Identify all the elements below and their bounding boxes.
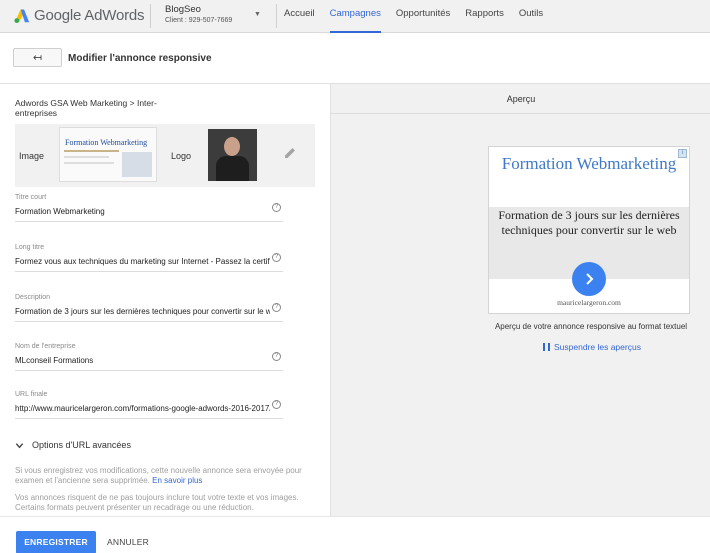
format-notice: Vos annonces risquent de ne pas toujours…: [15, 493, 299, 512]
cancel-button[interactable]: ANNULER: [107, 531, 149, 553]
preview-caption: Aperçu de votre annonce responsive au fo…: [494, 322, 688, 331]
logo-text: Google AdWords: [34, 6, 145, 24]
adwords-logo[interactable]: Google AdWords: [13, 4, 145, 26]
save-button[interactable]: ENREGISTRER: [16, 531, 96, 553]
nav-outils[interactable]: Outils: [519, 0, 543, 33]
ad-description-box: Formation de 3 jours sur les dernières t…: [489, 207, 689, 296]
pause-icon: [543, 343, 550, 351]
review-notice: Si vous enregistrez vos modifications, c…: [15, 466, 302, 485]
field-label: Description: [15, 294, 51, 301]
long-title-input[interactable]: Formez vous aux techniques du marketing …: [15, 257, 270, 266]
account-name: BlogSeo: [165, 4, 201, 15]
learn-more-link[interactable]: En savoir plus: [152, 476, 202, 485]
action-bar: ENREGISTRER ANNULER: [0, 516, 710, 553]
media-section: Image Formation Webmarketing Logo: [15, 124, 315, 187]
description-input[interactable]: Formation de 3 jours sur les dernières t…: [15, 307, 270, 316]
advanced-url-options-toggle[interactable]: Options d'URL avancées: [15, 440, 131, 450]
thumbnail-title: Formation Webmarketing: [65, 138, 148, 147]
account-client-id: Client : 929-507-7669: [165, 16, 233, 24]
description-field[interactable]: Description Formation de 3 jours sur les…: [15, 294, 283, 322]
business-name-input[interactable]: MLconseil Formations: [15, 356, 270, 365]
logo-thumbnail[interactable]: [208, 129, 257, 181]
back-arrow-icon: ↤: [32, 52, 43, 64]
chevron-right-icon: [586, 273, 594, 285]
back-button[interactable]: ↤: [13, 48, 62, 67]
nav-accueil[interactable]: Accueil: [284, 0, 315, 33]
page-title: Modifier l'annonce responsive: [68, 53, 212, 64]
nav-campagnes[interactable]: Campagnes: [329, 0, 382, 33]
pause-previews-label: Suspendre les aperçus: [554, 342, 641, 352]
breadcrumb: Adwords GSA Web Marketing > Inter-entrep…: [15, 98, 157, 118]
title-row: ↤ Modifier l'annonce responsive: [0, 33, 710, 84]
image-label: Image: [19, 151, 45, 161]
preview-heading: Aperçu: [331, 84, 710, 114]
adwords-logo-icon: [14, 9, 30, 23]
help-icon[interactable]: ?: [272, 352, 281, 361]
nav-opportunites[interactable]: Opportunités: [396, 0, 450, 33]
long-title-field[interactable]: Long titre Formez vous aux techniques du…: [15, 244, 283, 272]
logo-label: Logo: [171, 151, 192, 161]
help-icon[interactable]: ?: [272, 303, 281, 312]
caret-down-icon[interactable]: ▼: [254, 11, 261, 18]
divider: [276, 4, 277, 28]
final-url-input[interactable]: http://www.mauricelargeron.com/formation…: [15, 404, 270, 413]
edit-form: Adwords GSA Web Marketing > Inter-entrep…: [0, 84, 330, 516]
ad-preview: i Formation Webmarketing Formation de 3 …: [488, 146, 690, 314]
help-icon[interactable]: ?: [272, 253, 281, 262]
divider: [150, 4, 151, 28]
ad-arrow-button[interactable]: [572, 262, 606, 296]
ad-description: Formation de 3 jours sur les dernières t…: [498, 208, 680, 237]
top-bar: Google AdWords BlogSeo Client : 929-507-…: [0, 0, 710, 33]
pencil-icon[interactable]: [283, 146, 297, 160]
field-label: Nom de l'entreprise: [15, 343, 76, 350]
field-label: Long titre: [15, 244, 45, 251]
advanced-url-options-label: Options d'URL avancées: [32, 440, 131, 450]
short-title-field[interactable]: Titre court Formation Webmarketing ?: [15, 194, 283, 222]
image-thumbnail[interactable]: Formation Webmarketing: [59, 127, 157, 182]
final-url-field[interactable]: URL finale http://www.mauricelargeron.co…: [15, 391, 283, 419]
preview-panel: Aperçu i Formation Webmarketing Formatio…: [330, 84, 710, 516]
ad-display-url: mauricelargeron.com: [557, 298, 621, 307]
main-nav: Accueil Campagnes Opportunités Rapports …: [284, 0, 558, 33]
short-title-input[interactable]: Formation Webmarketing: [15, 207, 270, 216]
nav-rapports[interactable]: Rapports: [465, 0, 504, 33]
account-switcher[interactable]: BlogSeo Client : 929-507-7669: [165, 5, 232, 24]
field-label: Titre court: [15, 194, 47, 201]
business-name-field[interactable]: Nom de l'entreprise MLconseil Formations…: [15, 343, 283, 371]
pause-previews-link[interactable]: Suspendre les aperçus: [543, 342, 641, 352]
help-icon[interactable]: ?: [272, 203, 281, 212]
field-label: URL finale: [15, 391, 48, 398]
chevron-down-icon: [15, 442, 24, 448]
ad-title: Formation Webmarketing: [501, 154, 677, 173]
help-icon[interactable]: ?: [272, 400, 281, 409]
